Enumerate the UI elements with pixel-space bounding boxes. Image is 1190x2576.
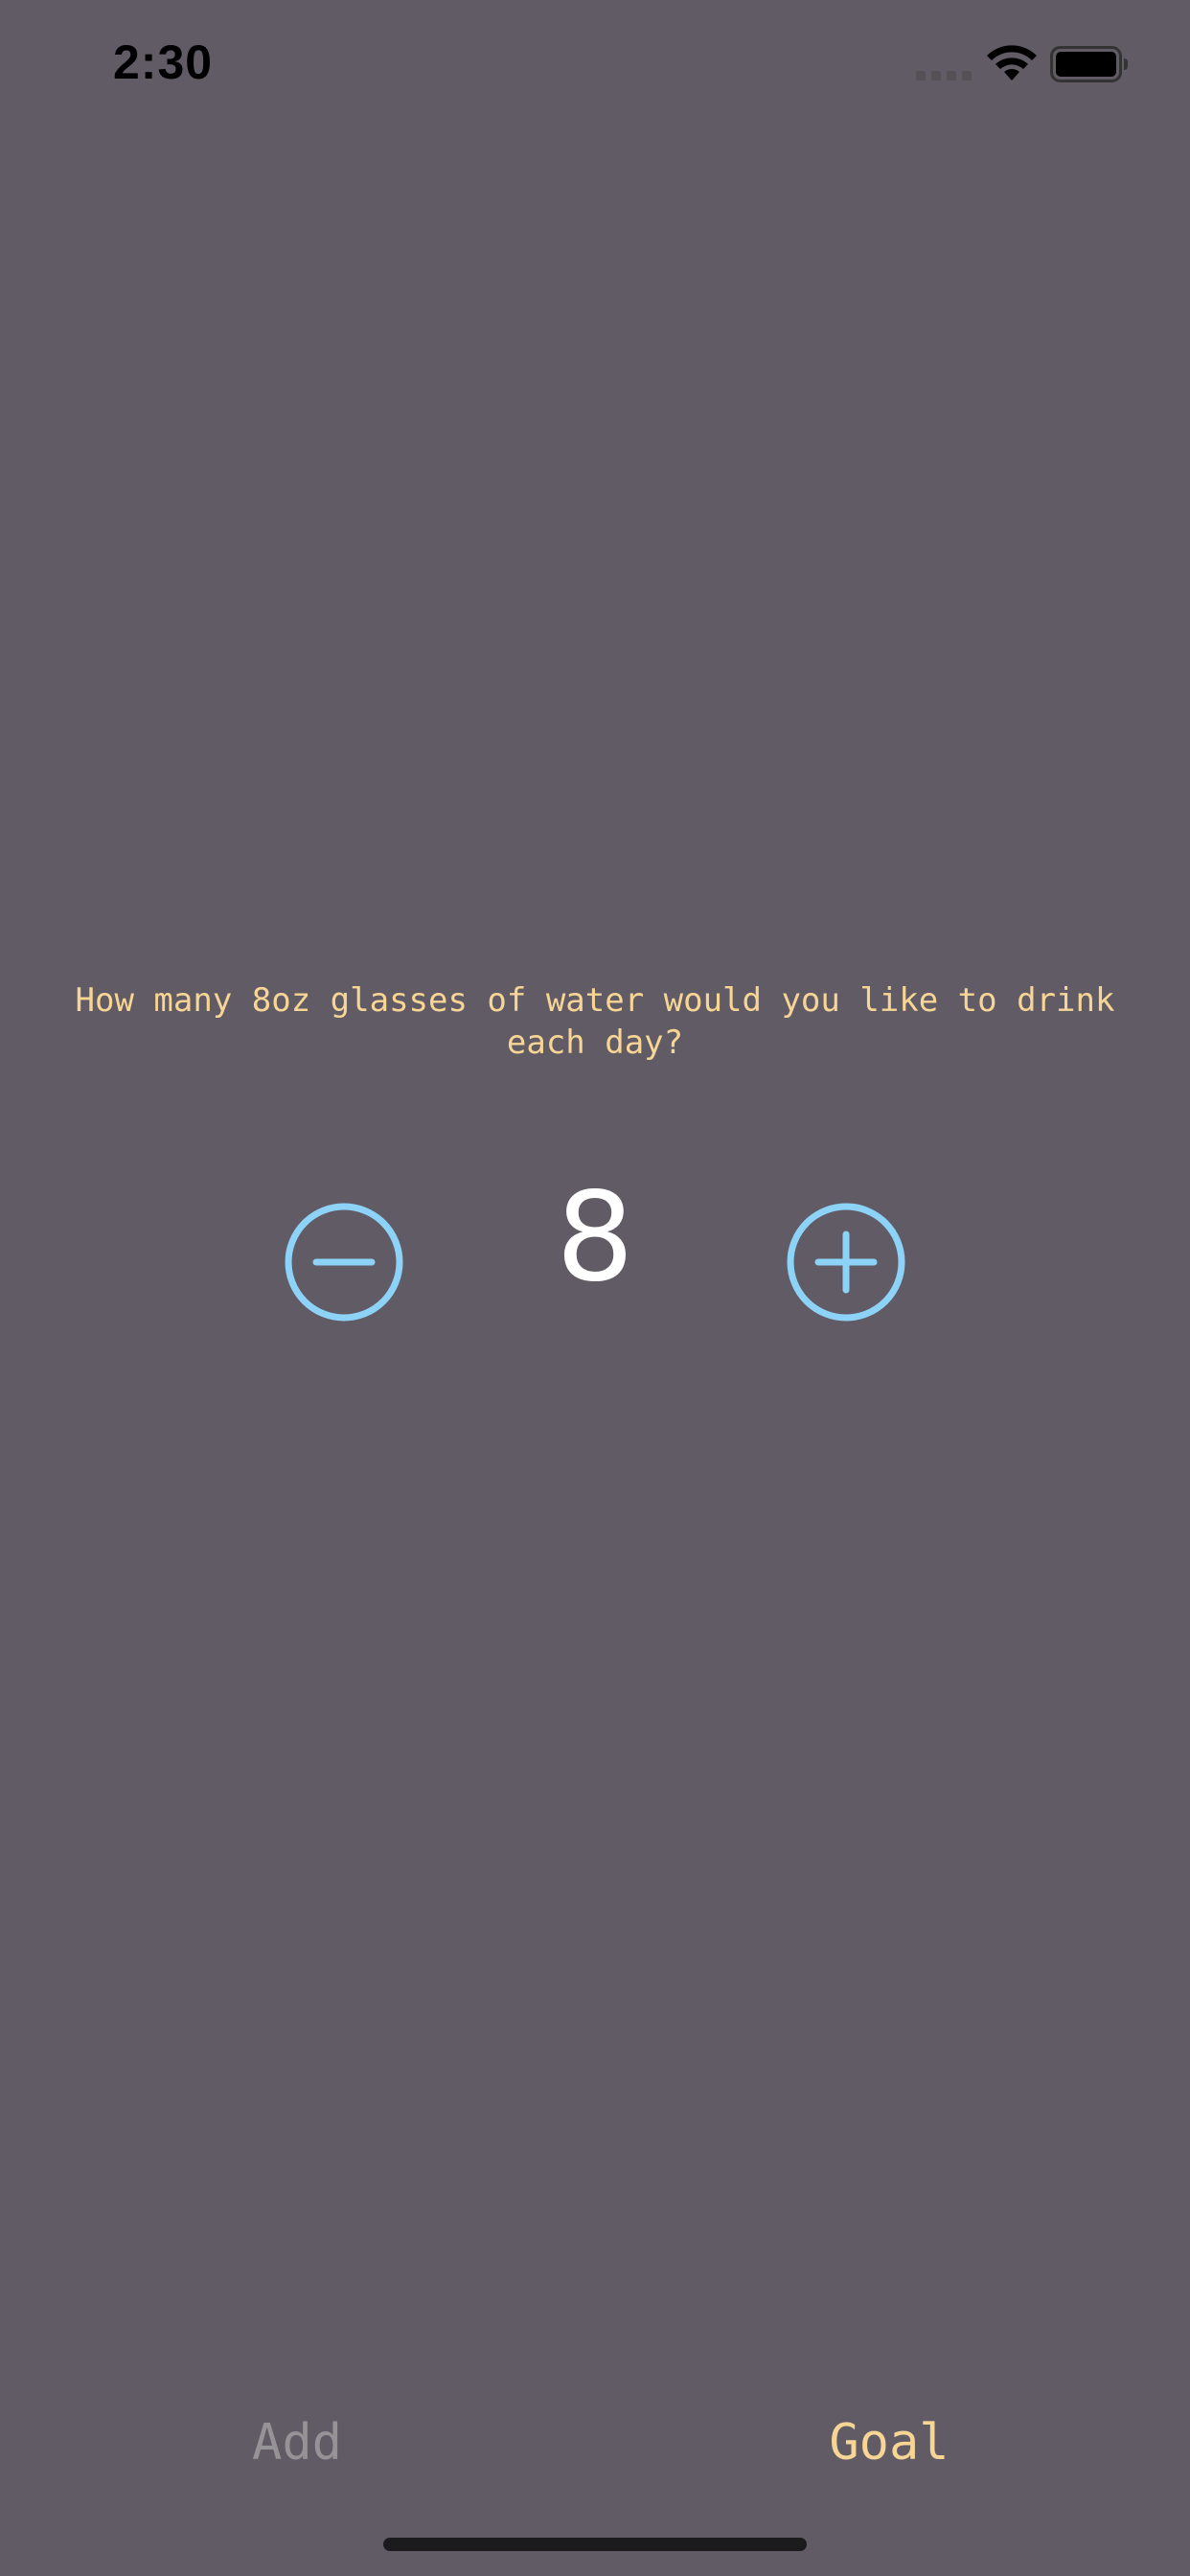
glasses-count: 8 [556,1166,634,1309]
decrement-button[interactable] [282,1200,406,1324]
cellular-signal-icon [916,71,972,80]
goal-prompt: How many 8oz glasses of water would you … [75,981,1115,1062]
status-time: 2:30 [113,35,214,89]
battery-icon [1050,46,1128,82]
wifi-icon [987,45,1037,80]
minus-circle-icon [285,1203,403,1322]
increment-button[interactable] [784,1200,908,1324]
home-indicator [383,2538,807,2551]
tab-goal[interactable]: Goal [745,2409,1033,2476]
plus-circle-icon [787,1203,905,1322]
tab-add[interactable]: Add [153,2409,441,2476]
status-bar: 2:30 [0,0,1190,134]
